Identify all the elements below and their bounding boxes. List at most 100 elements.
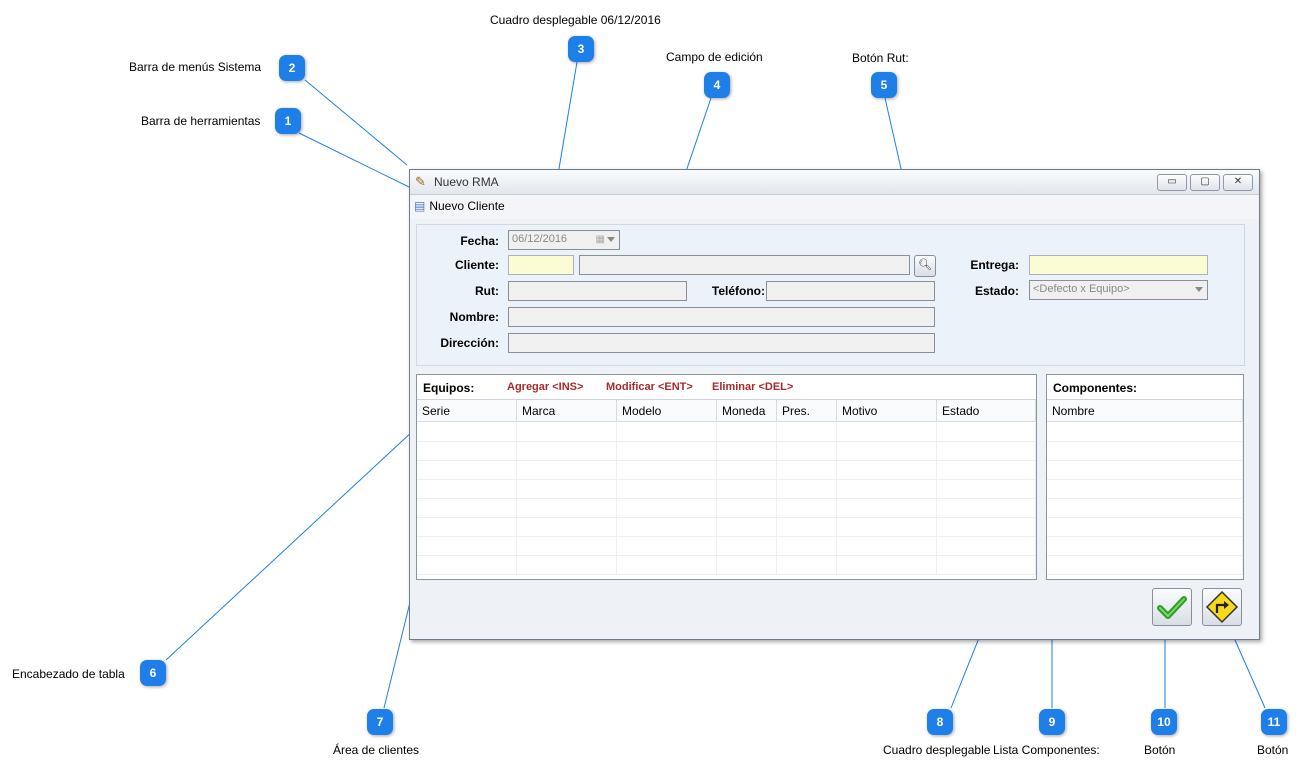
table-cell[interactable] bbox=[777, 480, 837, 499]
table-cell[interactable] bbox=[777, 556, 837, 575]
table-cell[interactable] bbox=[617, 518, 717, 537]
table-cell[interactable] bbox=[417, 480, 517, 499]
list-cell[interactable] bbox=[1047, 556, 1243, 575]
table-cell[interactable] bbox=[717, 537, 777, 556]
table-cell[interactable] bbox=[617, 461, 717, 480]
callout-label-8: Cuadro desplegable bbox=[883, 743, 991, 757]
column-header-marca[interactable]: Marca bbox=[517, 400, 617, 422]
table-cell[interactable] bbox=[617, 442, 717, 461]
componentes-list[interactable]: Componentes: Nombre bbox=[1046, 374, 1244, 580]
table-cell[interactable] bbox=[517, 556, 617, 575]
close-button[interactable]: ✕ bbox=[1223, 174, 1253, 191]
cliente-name-field[interactable] bbox=[579, 255, 910, 275]
table-cell[interactable] bbox=[937, 480, 1036, 499]
table-cell[interactable] bbox=[937, 423, 1036, 442]
table-cell[interactable] bbox=[517, 518, 617, 537]
table-cell[interactable] bbox=[837, 499, 937, 518]
maximize-button[interactable]: ▢ bbox=[1190, 174, 1220, 191]
table-cell[interactable] bbox=[717, 518, 777, 537]
column-header-pres[interactable]: Pres. bbox=[777, 400, 837, 422]
table-cell[interactable] bbox=[837, 518, 937, 537]
table-cell[interactable] bbox=[777, 442, 837, 461]
list-cell[interactable] bbox=[1047, 499, 1243, 518]
column-header-motivo[interactable]: Motivo bbox=[837, 400, 937, 422]
column-header-serie[interactable]: Serie bbox=[417, 400, 517, 422]
column-header-moneda[interactable]: Moneda bbox=[717, 400, 777, 422]
list-cell[interactable] bbox=[1047, 442, 1243, 461]
table-cell[interactable] bbox=[417, 537, 517, 556]
rut-search-button[interactable]: 🔍︎ bbox=[914, 255, 936, 277]
table-cell[interactable] bbox=[777, 537, 837, 556]
table-cell[interactable] bbox=[937, 537, 1036, 556]
table-cell[interactable] bbox=[417, 442, 517, 461]
table-cell[interactable] bbox=[777, 461, 837, 480]
table-cell[interactable] bbox=[717, 480, 777, 499]
table-cell[interactable] bbox=[837, 556, 937, 575]
table-cell[interactable] bbox=[617, 499, 717, 518]
table-cell[interactable] bbox=[417, 518, 517, 537]
table-cell[interactable] bbox=[417, 461, 517, 480]
direccion-label: Dirección: bbox=[440, 336, 499, 350]
column-header-modelo[interactable]: Modelo bbox=[617, 400, 717, 422]
table-cell[interactable] bbox=[617, 537, 717, 556]
title-bar[interactable]: ✎ Nuevo RMA ▭ ▢ ✕ bbox=[410, 170, 1259, 195]
table-cell[interactable] bbox=[937, 556, 1036, 575]
table-cell[interactable] bbox=[717, 499, 777, 518]
table-cell[interactable] bbox=[517, 480, 617, 499]
table-cell[interactable] bbox=[417, 556, 517, 575]
table-cell[interactable] bbox=[937, 461, 1036, 480]
table-cell[interactable] bbox=[617, 423, 717, 442]
table-cell[interactable] bbox=[777, 423, 837, 442]
minimize-button[interactable]: ▭ bbox=[1157, 174, 1187, 191]
equipos-table[interactable]: Equipos: Agregar <INS> Modificar <ENT> E… bbox=[416, 374, 1037, 580]
toolbar: ▤ Nuevo Cliente bbox=[410, 195, 1259, 219]
list-cell[interactable] bbox=[1047, 537, 1243, 556]
column-header-estado[interactable]: Estado bbox=[937, 400, 1036, 422]
table-cell[interactable] bbox=[717, 461, 777, 480]
table-cell[interactable] bbox=[617, 480, 717, 499]
rut-field[interactable] bbox=[508, 281, 687, 301]
table-cell[interactable] bbox=[837, 423, 937, 442]
table-cell[interactable] bbox=[717, 423, 777, 442]
telefono-field[interactable] bbox=[766, 281, 935, 301]
table-cell[interactable] bbox=[937, 442, 1036, 461]
exit-button[interactable] bbox=[1202, 588, 1242, 626]
add-equipo-action[interactable]: Agregar <INS> bbox=[507, 381, 583, 393]
table-cell[interactable] bbox=[517, 461, 617, 480]
new-client-button[interactable]: ▤ Nuevo Cliente bbox=[414, 199, 505, 213]
callout-badge-11: 11 bbox=[1261, 709, 1287, 735]
entrega-field[interactable] bbox=[1029, 255, 1208, 275]
table-cell[interactable] bbox=[417, 499, 517, 518]
modify-equipo-action[interactable]: Modificar <ENT> bbox=[606, 381, 693, 393]
cliente-code-field[interactable] bbox=[508, 255, 574, 275]
table-cell[interactable] bbox=[517, 499, 617, 518]
table-cell[interactable] bbox=[517, 423, 617, 442]
list-cell[interactable] bbox=[1047, 461, 1243, 480]
table-cell[interactable] bbox=[837, 480, 937, 499]
list-cell[interactable] bbox=[1047, 518, 1243, 537]
table-cell[interactable] bbox=[617, 556, 717, 575]
table-cell[interactable] bbox=[517, 537, 617, 556]
table-cell[interactable] bbox=[717, 556, 777, 575]
direccion-field[interactable] bbox=[508, 333, 935, 353]
pencil-icon: ✎ bbox=[415, 174, 426, 189]
fecha-dropdown[interactable]: 06/12/2016 ▦ bbox=[508, 230, 620, 250]
table-cell[interactable] bbox=[417, 423, 517, 442]
rut-label: Rut: bbox=[475, 284, 499, 298]
table-cell[interactable] bbox=[517, 442, 617, 461]
table-cell[interactable] bbox=[837, 537, 937, 556]
nombre-field[interactable] bbox=[508, 307, 935, 327]
table-cell[interactable] bbox=[837, 442, 937, 461]
table-cell[interactable] bbox=[837, 461, 937, 480]
column-header-nombre[interactable]: Nombre bbox=[1047, 400, 1243, 422]
table-cell[interactable] bbox=[777, 518, 837, 537]
list-cell[interactable] bbox=[1047, 423, 1243, 442]
table-cell[interactable] bbox=[937, 499, 1036, 518]
delete-equipo-action[interactable]: Eliminar <DEL> bbox=[712, 381, 793, 393]
ok-button[interactable] bbox=[1152, 588, 1192, 626]
estado-dropdown[interactable]: <Defecto x Equipo> bbox=[1029, 280, 1208, 300]
list-cell[interactable] bbox=[1047, 480, 1243, 499]
table-cell[interactable] bbox=[937, 518, 1036, 537]
table-cell[interactable] bbox=[717, 442, 777, 461]
table-cell[interactable] bbox=[777, 499, 837, 518]
